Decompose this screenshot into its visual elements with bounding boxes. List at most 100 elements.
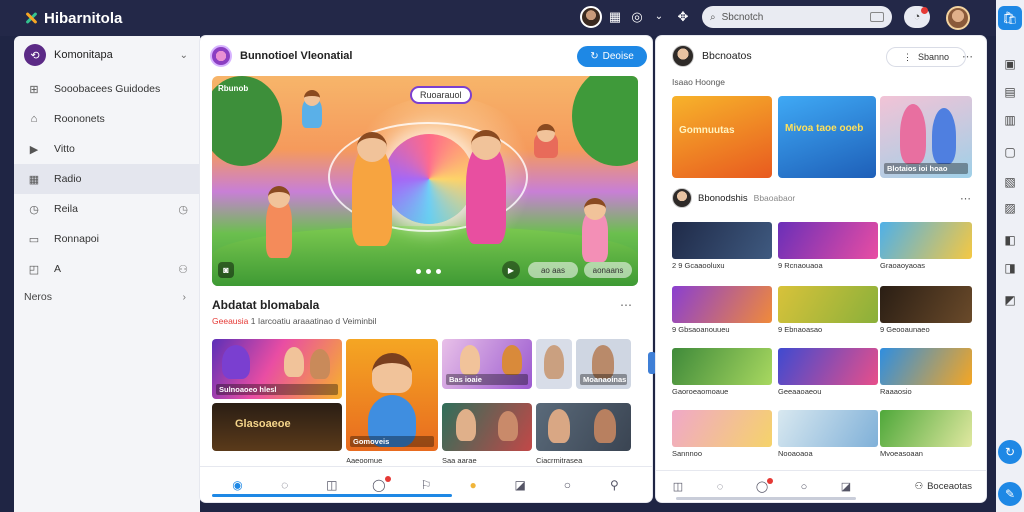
tag-icon[interactable]: ◧ xyxy=(998,228,1022,252)
flag-tab-icon[interactable]: ⚐ xyxy=(416,478,436,492)
right-subtitle: Isaao Hoonge xyxy=(672,77,725,87)
profile-tab-icon[interactable]: ⚲ xyxy=(604,478,624,492)
grid-icon[interactable]: ▦ xyxy=(606,8,624,26)
hero-button-2[interactable]: aonaans xyxy=(584,262,632,278)
gallery-icon[interactable]: ▤ xyxy=(998,80,1022,104)
video-card[interactable]: 2 9 Gcaaooluxu xyxy=(672,222,772,271)
video-card[interactable]: Geeaaoaeou xyxy=(778,348,878,397)
video-card[interactable]: Mvoeasoaan xyxy=(880,410,972,459)
video-thumbnail[interactable]: Glasoaeoe xyxy=(212,403,342,451)
video-card[interactable]: 9 Geooaunaeo xyxy=(880,286,972,335)
sidebar-header[interactable]: ⟲ Komonitapa ⌄ xyxy=(14,36,200,74)
video-card[interactable]: 9 Ebnaoasao xyxy=(778,286,878,335)
home-icon: ⊞ xyxy=(29,83,39,96)
right-rail: 🛍 ▣ ▤ ▥ ▢ ▧ ▨ ◧ ◨ ◩ ↻ ✎ xyxy=(996,0,1024,512)
video-card[interactable]: 9 Gbsaoanouueu xyxy=(672,286,772,335)
video-thumbnail[interactable]: Moanaoinas xyxy=(576,339,631,389)
carousel-dots[interactable] xyxy=(416,269,441,274)
sidebar-item-label: Roononets xyxy=(54,113,105,125)
sidebar-item-video[interactable]: ▶ Vitto xyxy=(14,134,200,164)
bookmark-tab-icon[interactable]: ◫ xyxy=(322,478,342,492)
chat-tab-icon[interactable]: ◌ xyxy=(275,478,295,492)
video-thumbnail[interactable]: Sulnoaoeo hlesl xyxy=(212,339,342,399)
avatar-icon[interactable] xyxy=(580,6,602,28)
chat-tab-icon[interactable]: ◌ xyxy=(712,481,728,493)
search-tab-icon[interactable]: ○ xyxy=(796,481,812,493)
channel-row-header[interactable]: Bbonodshis Bbaoabaor xyxy=(672,188,795,208)
note-icon[interactable]: ▧ xyxy=(998,170,1022,194)
search-input[interactable]: ⌕ Sbcnotch xyxy=(702,6,892,28)
sidebar-more[interactable]: Neros › xyxy=(14,284,200,310)
featured-card[interactable]: Gomnuutas xyxy=(672,96,772,178)
message-tab-icon[interactable]: ◯ xyxy=(754,478,773,493)
video-card[interactable]: Sannnoo xyxy=(672,410,772,459)
message-tab-icon[interactable]: ◯ xyxy=(369,475,391,492)
hero-character xyxy=(302,90,322,128)
hero-character xyxy=(466,130,506,244)
puzzle-icon[interactable]: ✥ xyxy=(674,8,692,26)
sidebar-item-rooms[interactable]: ⌂ Roononets xyxy=(14,104,200,134)
link-icon[interactable]: ◨ xyxy=(998,256,1022,280)
video-thumbnail[interactable]: Bas ioaie xyxy=(442,339,532,389)
video-card[interactable]: 9 Rcnaouaoa xyxy=(778,222,878,271)
bookmark-tab-icon[interactable]: ◪ xyxy=(838,480,854,493)
video-thumbnail[interactable] xyxy=(442,403,532,451)
sidebar-item-news[interactable]: ▭ Ronnapoi xyxy=(14,224,200,254)
more-icon[interactable]: ⋯ xyxy=(960,192,971,205)
share-icon[interactable]: ↻ xyxy=(998,440,1022,464)
workspace-icon: ⟲ xyxy=(24,44,46,66)
sidebar-item-label: Reila xyxy=(54,203,78,215)
hero-banner[interactable]: Rbunob Ruoarauol ◙ ▶ ao aas aonaans xyxy=(212,76,638,286)
chevron-down-icon: ⌄ xyxy=(179,49,188,61)
featured-card[interactable]: Mivoa taoe ooeb xyxy=(778,96,876,178)
featured-card-title: Mivoa taoe ooeb xyxy=(785,123,864,134)
chat-icon[interactable]: ▨ xyxy=(998,196,1022,220)
sidebar-item-radio[interactable]: ▦ Radio xyxy=(14,164,200,194)
shop-icon[interactable]: 🛍 xyxy=(998,6,1022,30)
profile-avatar[interactable] xyxy=(672,45,694,67)
profile-tab[interactable]: ⚇ Boceaotas xyxy=(915,481,972,492)
bag-icon[interactable]: ▣ xyxy=(998,52,1022,76)
sidebar-item-reila[interactable]: ◷ Reila ◷ xyxy=(14,194,200,224)
document-tab-icon[interactable]: ◪ xyxy=(510,478,530,492)
card-meta: 9 Gbsaoanouueu xyxy=(672,325,730,334)
chevron-down-icon[interactable]: ⌄ xyxy=(650,8,668,26)
bookmark-icon[interactable]: ▥ xyxy=(998,108,1022,132)
channel-meta: Bbaoabaor xyxy=(753,193,796,203)
bell-button[interactable]: ◔ xyxy=(904,6,930,28)
video-card[interactable]: Gaoroeaomoaue xyxy=(672,348,772,397)
home-tab-icon[interactable]: ◉ xyxy=(228,478,248,492)
video-card[interactable]: Graoaoyaoas xyxy=(880,222,972,271)
follow-button[interactable]: ↻ Deoise xyxy=(577,46,647,67)
broadcast-icon[interactable]: ◎ xyxy=(628,8,646,26)
notification-dot xyxy=(921,7,928,14)
video-thumbnail[interactable] xyxy=(536,403,631,451)
sidebar-item-calendar[interactable]: ◰ A ⚇ xyxy=(14,254,200,284)
video-thumbnail[interactable]: Gomoveis xyxy=(346,339,438,451)
star-icon[interactable]: ◩ xyxy=(998,288,1022,312)
calendar-icon: ◰ xyxy=(28,263,40,276)
home-tab-icon[interactable]: ◫ xyxy=(670,480,686,493)
hero-button-1[interactable]: ao aas xyxy=(528,262,578,278)
help-icon[interactable]: ✎ xyxy=(998,482,1022,506)
box-icon[interactable]: ▢ xyxy=(998,140,1022,164)
search-tab-icon[interactable]: ○ xyxy=(557,478,577,492)
thumbnail-caption: Bas ioaie xyxy=(446,374,528,385)
app-logo[interactable]: Hibarnitola xyxy=(24,10,122,27)
video-thumbnail[interactable] xyxy=(536,339,572,389)
more-icon[interactable]: ⋯ xyxy=(620,298,632,312)
more-icon[interactable]: ⋯ xyxy=(962,50,973,63)
play-icon[interactable]: ▶ xyxy=(502,261,520,279)
sidebar-item-guides[interactable]: ⊞ Sooobacees Guidodes xyxy=(14,74,200,104)
camera-icon[interactable]: ◙ xyxy=(218,262,234,278)
featured-card[interactable]: Blotaios ioi hoao xyxy=(880,96,972,178)
sort-dropdown[interactable]: ⋮ Sbanno xyxy=(886,47,966,67)
user-avatar[interactable] xyxy=(946,6,970,30)
clock-icon: ◷ xyxy=(178,203,188,216)
sidebar: ⟲ Komonitapa ⌄ ⊞ Sooobacees Guidodes ⌂ R… xyxy=(14,36,200,512)
channel-avatar[interactable] xyxy=(210,45,232,67)
coin-tab-icon[interactable]: ● xyxy=(463,478,483,492)
video-card[interactable]: Raaaosio xyxy=(880,348,972,397)
video-card[interactable]: Nooaoaoa xyxy=(778,410,878,459)
thumbnail-caption: Sulnoaoeo hlesl xyxy=(216,384,338,395)
